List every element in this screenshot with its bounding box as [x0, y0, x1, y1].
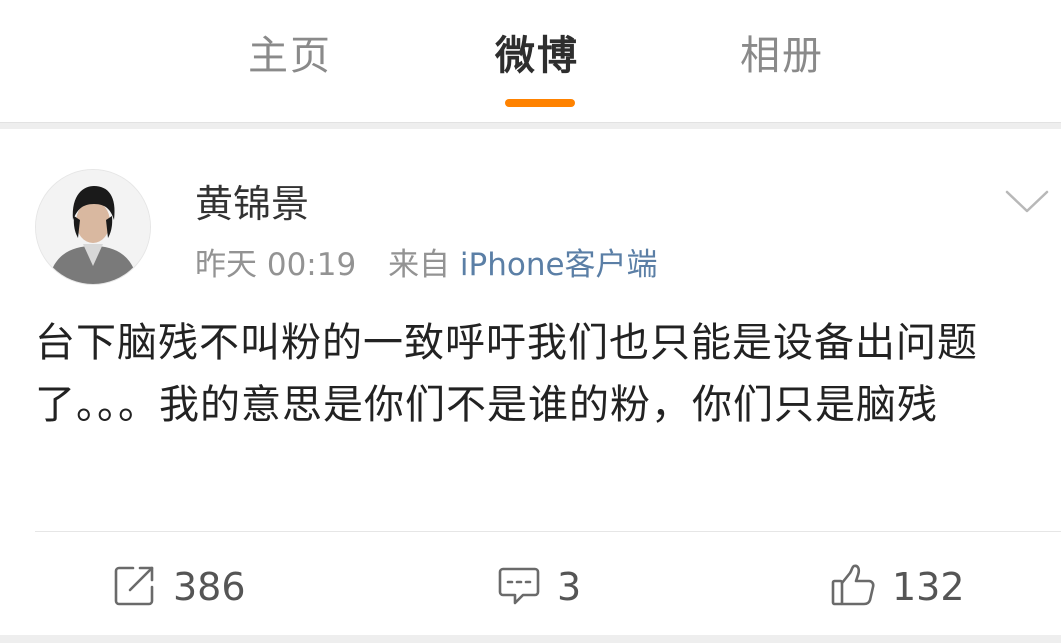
- repost-button[interactable]: 386: [113, 559, 246, 615]
- share-arrow-icon: [113, 563, 157, 611]
- post-text: 台下脑残不叫粉的一致呼吁我们也只能是设备出问题了。。。我的意思是你们不是谁的粉，…: [35, 320, 978, 428]
- source-link[interactable]: iPhone客户端: [460, 247, 658, 283]
- post-card: 黄锦景 昨天 00:19 来自 iPhone客户端 台下脑残不叫粉的一致呼吁我们…: [0, 129, 1061, 635]
- like-count: 132: [892, 565, 965, 609]
- avatar[interactable]: [35, 169, 151, 285]
- post-time: 昨天 00:19: [195, 247, 357, 283]
- section-separator: [0, 122, 1061, 129]
- comment-count: 3: [557, 565, 582, 609]
- chevron-down-icon[interactable]: [1004, 186, 1050, 216]
- divider: [35, 531, 1061, 532]
- source-prefix: 来自: [388, 247, 451, 283]
- repost-count: 386: [173, 565, 246, 609]
- thumbs-up-icon: [830, 562, 876, 612]
- comment-button[interactable]: 3: [497, 559, 581, 615]
- tab-album[interactable]: 相册: [740, 28, 824, 84]
- author-name[interactable]: 黄锦景: [195, 179, 309, 229]
- tab-weibo[interactable]: 微博: [495, 28, 579, 84]
- like-button[interactable]: 132: [830, 559, 965, 615]
- active-tab-indicator: [505, 99, 575, 107]
- feed-separator: [0, 635, 1061, 643]
- profile-tab-bar: 主页 微博 相册: [0, 0, 1061, 122]
- post-meta: 昨天 00:19 来自 iPhone客户端: [195, 243, 658, 287]
- comment-bubble-icon: [497, 563, 541, 611]
- tab-home[interactable]: 主页: [248, 28, 332, 84]
